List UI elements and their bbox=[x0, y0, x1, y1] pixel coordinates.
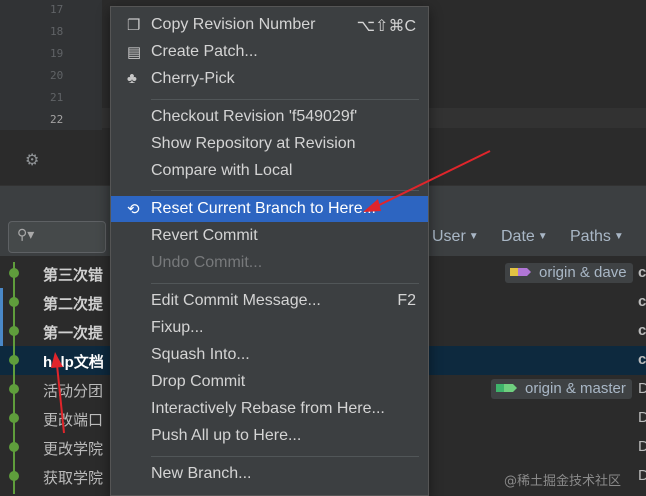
annotation-arrow bbox=[374, 150, 491, 208]
annotation-arrow bbox=[56, 364, 65, 434]
annotation-arrowhead bbox=[363, 199, 381, 212]
annotation-arrows bbox=[51, 150, 491, 434]
annotation-arrowhead bbox=[51, 352, 63, 368]
